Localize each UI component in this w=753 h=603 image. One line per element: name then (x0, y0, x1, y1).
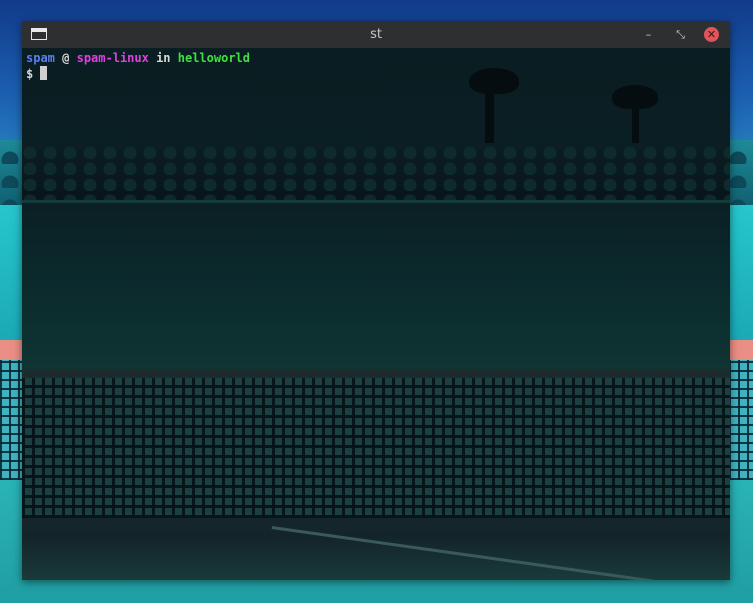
prompt-in: in (148, 51, 178, 65)
input-line[interactable]: $ (26, 66, 250, 81)
restore-icon[interactable]: ⤡ (673, 27, 688, 42)
prompt-line: spam @ spam-linux in helloworld (26, 51, 250, 66)
background-tennis-net (22, 378, 730, 518)
background-hedge (22, 143, 730, 203)
background-court-line (271, 526, 730, 580)
window-title: st (370, 27, 382, 42)
terminal-output: spam @ spam-linux in helloworld $ (26, 51, 250, 81)
minimize-icon[interactable]: – (641, 27, 656, 42)
terminal-area[interactable]: spam @ spam-linux in helloworld $ (22, 48, 730, 580)
prompt-at: @ (54, 51, 77, 65)
prompt-host: spam-linux (76, 51, 149, 65)
background-wall-edge (22, 200, 730, 203)
window-titlebar[interactable]: st – ⤡ ✕ (22, 21, 730, 48)
close-icon[interactable]: ✕ (704, 27, 719, 42)
palm-crown-left (469, 68, 519, 94)
prompt-user: spam (26, 51, 55, 65)
terminal-window[interactable]: st – ⤡ ✕ spam @ spam-linux in helloworld… (22, 21, 730, 580)
palm-crown-right (612, 85, 658, 109)
prompt-directory: helloworld (177, 51, 250, 65)
prompt-symbol: $ (26, 67, 34, 81)
text-cursor (40, 66, 48, 80)
